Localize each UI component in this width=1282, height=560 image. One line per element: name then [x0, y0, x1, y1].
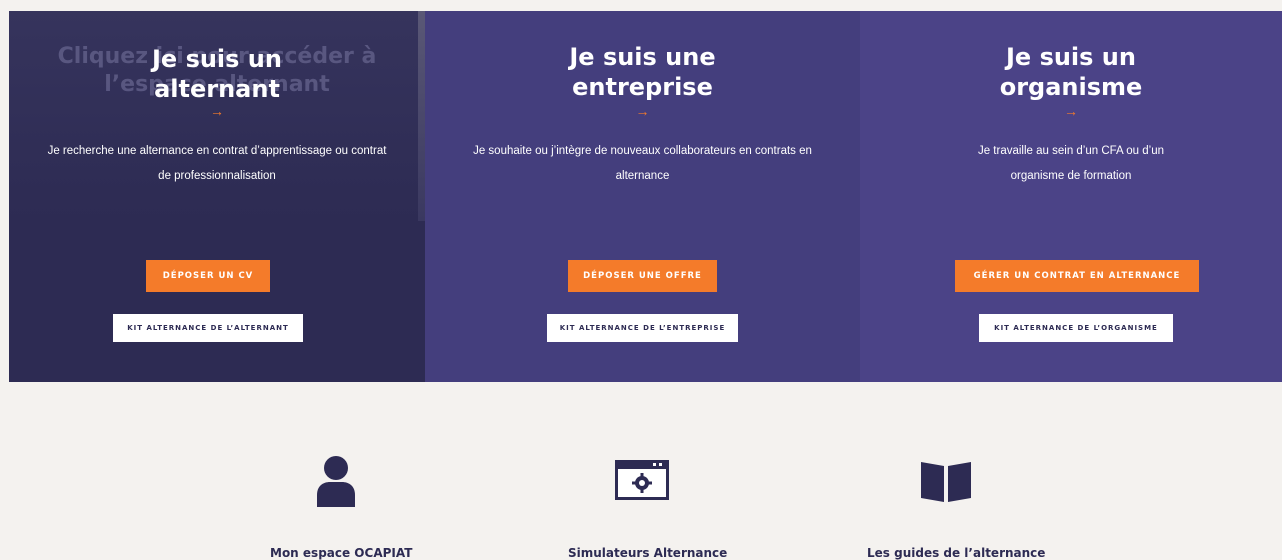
browser-gear-icon: [615, 460, 669, 500]
deposit-offer-button[interactable]: Déposer une offre: [568, 260, 717, 292]
resource-label[interactable]: Mon espace OCAPIAT: [270, 546, 412, 560]
title-line-1: Je suis une: [569, 43, 716, 71]
title-line-1: Je suis un: [152, 45, 282, 73]
resource-simulateurs[interactable]: [615, 460, 669, 500]
panel-description: Je travaille au sein d’un CFA ou d’un or…: [860, 139, 1282, 189]
title-line-2: entreprise: [572, 73, 713, 101]
kit-entreprise-button[interactable]: Kit alternance de l’entreprise: [547, 314, 738, 342]
profile-panels: Cliquez ici pour accéder à l’espace alte…: [9, 11, 1282, 382]
title-line-1: Je suis un: [1006, 43, 1136, 71]
resource-espace-ocapiat[interactable]: [315, 455, 357, 507]
description-line-1: Je souhaite ou j’intègre de nouveaux col…: [473, 145, 812, 157]
arrow-right-icon: →: [1064, 103, 1078, 119]
description-line-2: organisme de formation: [1010, 170, 1132, 182]
description-line-2: alternance: [615, 170, 670, 182]
title-line-2: organisme: [999, 73, 1143, 101]
arrow-right-icon: →: [210, 103, 224, 119]
open-book-icon: [921, 462, 971, 502]
description-line-2: de professionnalisation: [158, 170, 276, 182]
kit-alternant-button[interactable]: Kit alternance de l’alternant: [113, 314, 303, 342]
panel-alternant[interactable]: Cliquez ici pour accéder à l’espace alte…: [9, 11, 425, 382]
arrow-right-icon: →: [635, 103, 650, 119]
user-icon: [315, 455, 357, 507]
panel-description: Je recherche une alternance en contrat d…: [9, 139, 425, 189]
panel-title: Je suis un organisme: [860, 42, 1282, 102]
panel-title: Je suis un alternant: [9, 44, 425, 104]
description-line-1: Je recherche une alternance en contrat d…: [47, 145, 387, 157]
title-line-2: alternant: [154, 75, 280, 103]
panel-description: Je souhaite ou j’intègre de nouveaux col…: [425, 139, 860, 189]
kit-organisme-button[interactable]: Kit alternance de l’organisme: [979, 314, 1173, 342]
resource-label[interactable]: Les guides de l’alternance: [867, 546, 1045, 560]
manage-contract-button[interactable]: Gérer un contrat en alternance: [955, 260, 1199, 292]
deposit-cv-button[interactable]: Déposer un CV: [146, 260, 270, 292]
resource-guides[interactable]: [921, 462, 971, 502]
resource-label[interactable]: Simulateurs Alternance: [568, 546, 727, 560]
description-line-1: Je travaille au sein d’un CFA ou d’un: [977, 145, 1165, 157]
panel-entreprise[interactable]: Je suis une entreprise → Je souhaite ou …: [425, 11, 860, 382]
panel-organisme[interactable]: Je suis un organisme → Je travaille au s…: [860, 11, 1282, 382]
panel-title: Je suis une entreprise: [425, 42, 860, 102]
